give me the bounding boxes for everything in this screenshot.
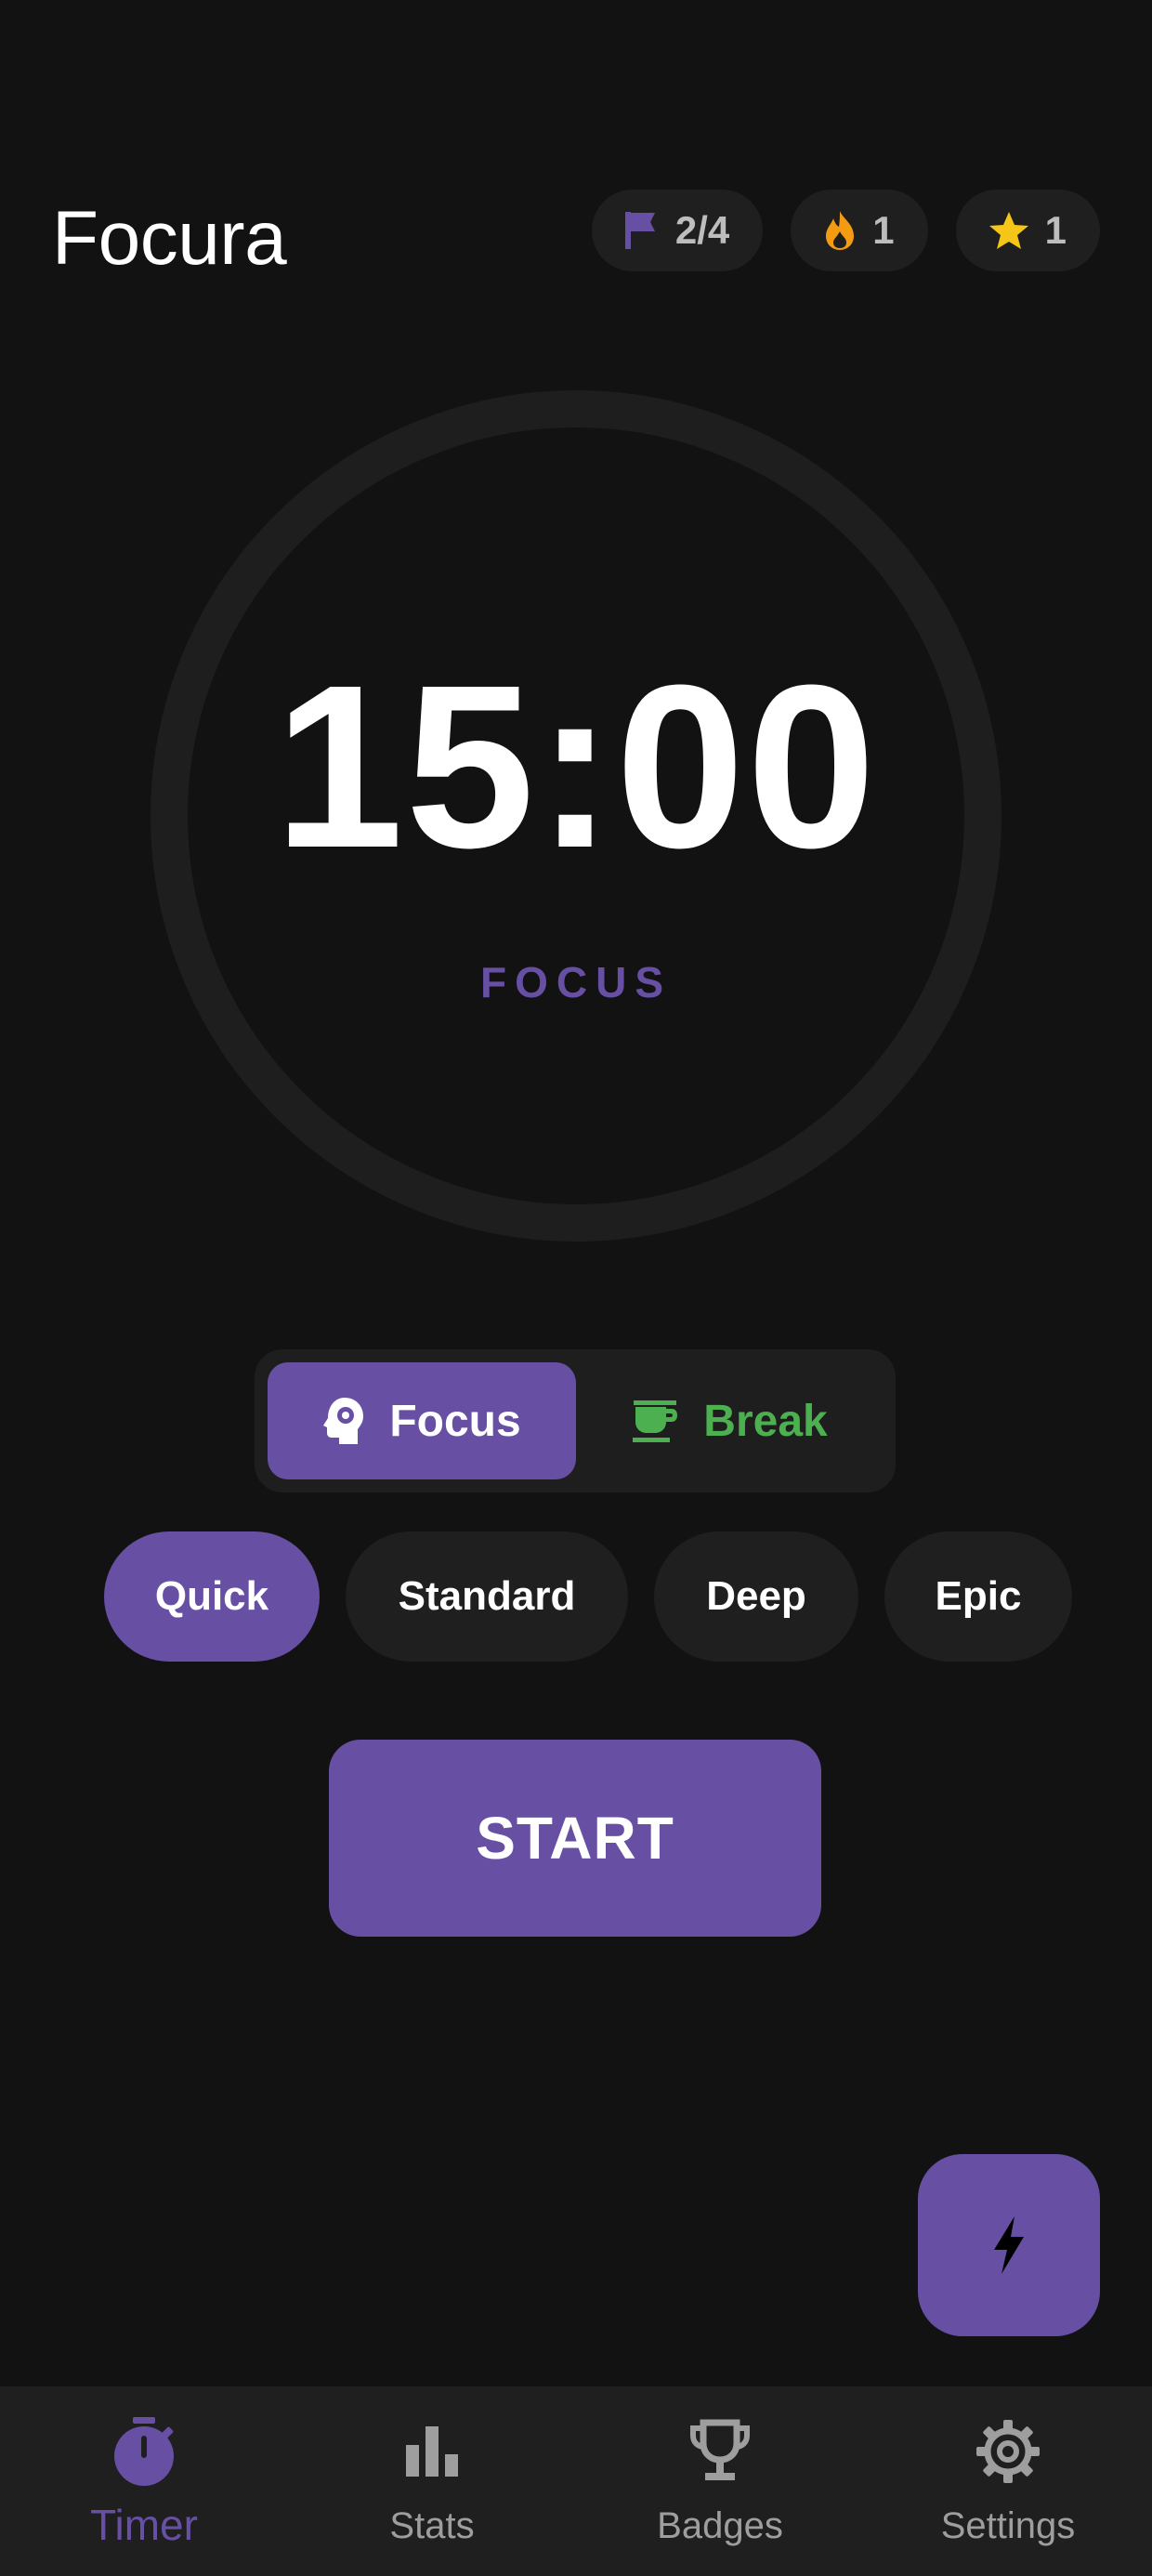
timer-display: 15:00	[274, 637, 878, 896]
flag-icon	[624, 212, 655, 249]
preset-deep[interactable]: Deep	[654, 1531, 858, 1662]
preset-epic[interactable]: Epic	[884, 1531, 1072, 1662]
stopwatch-icon	[114, 2417, 174, 2486]
nav-label-badges: Badges	[657, 2505, 783, 2546]
focus-mode-label: Focus	[389, 1396, 521, 1446]
nav-item-stats[interactable]: Stats	[288, 2386, 576, 2576]
lightning-icon	[994, 2216, 1024, 2274]
nav-item-settings[interactable]: Settings	[864, 2386, 1152, 2576]
flame-icon	[826, 211, 855, 250]
preset-quick[interactable]: Quick	[104, 1531, 320, 1662]
goal-progress-chip[interactable]: 2/4	[591, 190, 764, 271]
break-mode-label: Break	[703, 1396, 828, 1446]
duration-presets: Quick Standard Deep Epic	[0, 1531, 1152, 1662]
app-title: Focura	[52, 196, 287, 281]
trophy-icon	[690, 2419, 750, 2480]
focus-mode-button[interactable]: Focus	[268, 1362, 576, 1479]
app-header: Focura 2/4 1 1	[0, 182, 1152, 284]
timer-screen: Focura 2/4 1 1 15:00 FOCUS Focus Break Q…	[0, 0, 1152, 2576]
goal-progress-value: 2/4	[674, 208, 730, 252]
timer-mode-label: FOCUS	[480, 958, 672, 1006]
break-mode-button[interactable]: Break	[576, 1362, 883, 1479]
status-badges: 2/4 1 1	[591, 190, 1100, 271]
start-button[interactable]: START	[329, 1740, 821, 1937]
nav-item-timer[interactable]: Timer	[0, 2386, 288, 2576]
preset-standard[interactable]: Standard	[346, 1531, 628, 1662]
points-chip[interactable]: 1	[955, 190, 1100, 271]
star-icon	[988, 212, 1028, 249]
mode-toggle: Focus Break	[255, 1349, 896, 1492]
nav-item-badges[interactable]: Badges	[576, 2386, 864, 2576]
bar-chart-icon	[406, 2426, 458, 2477]
streak-value: 1	[872, 208, 895, 252]
nav-label-stats: Stats	[389, 2505, 475, 2546]
nav-label-settings: Settings	[940, 2505, 1076, 2546]
quick-start-fab[interactable]	[918, 2154, 1100, 2336]
points-value: 1	[1044, 208, 1067, 252]
streak-chip[interactable]: 1	[791, 190, 928, 271]
gear-icon	[976, 2420, 1040, 2483]
brain-gear-icon	[323, 1398, 364, 1444]
coffee-cup-icon	[633, 1400, 678, 1442]
nav-label-timer: Timer	[90, 2501, 198, 2549]
bottom-navigation: Timer Stats Badges Settings	[0, 2386, 1152, 2576]
